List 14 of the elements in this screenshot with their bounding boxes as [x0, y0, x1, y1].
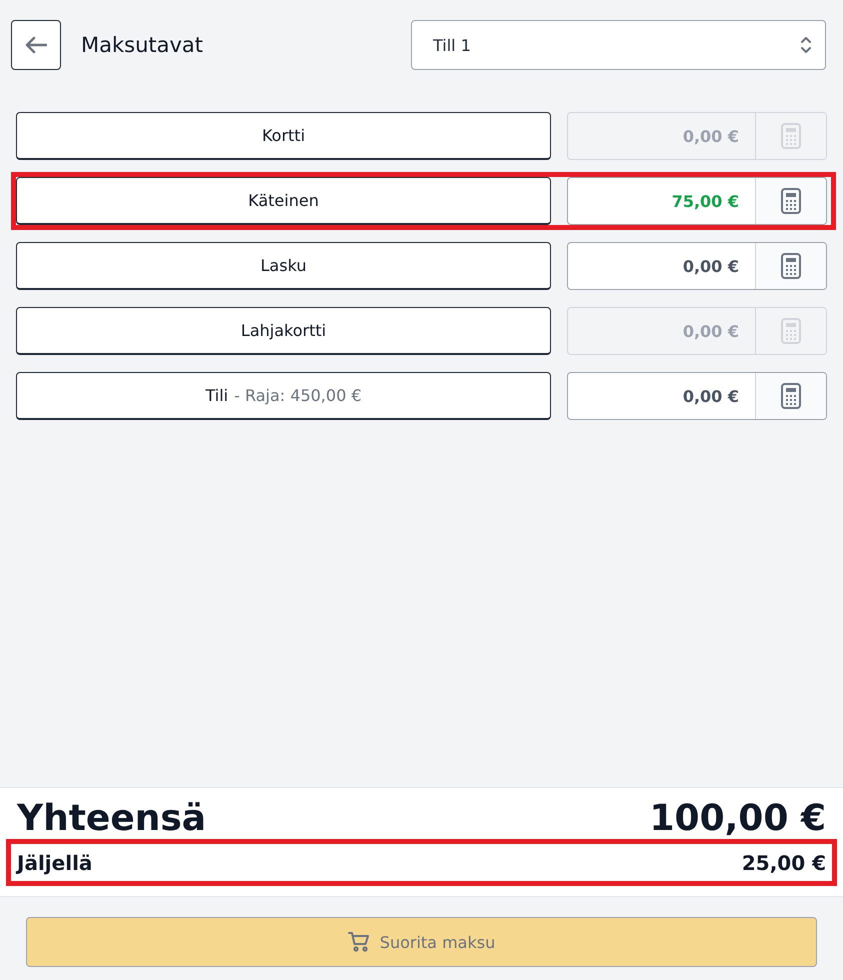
payment-method-button[interactable]: Käteinen	[16, 177, 551, 225]
chevron-up-down-icon	[801, 36, 811, 54]
total-amount: 100,00 €	[649, 798, 826, 839]
payment-method-button[interactable]: Tili - Raja: 450,00 €	[16, 372, 551, 420]
till-select[interactable]: Till 1	[411, 20, 826, 70]
page-title: Maksutavat	[81, 33, 204, 57]
back-button[interactable]	[11, 20, 61, 70]
cart-icon	[348, 932, 370, 952]
arrow-left-icon	[25, 36, 47, 54]
remaining-label: Jäljellä	[17, 850, 92, 874]
payment-method-button[interactable]: Lasku	[16, 242, 551, 290]
total-label: Yhteensä	[17, 798, 206, 839]
remaining-amount: 25,00 €	[742, 850, 826, 874]
limit-note: - Raja: 450,00 €	[234, 386, 362, 405]
